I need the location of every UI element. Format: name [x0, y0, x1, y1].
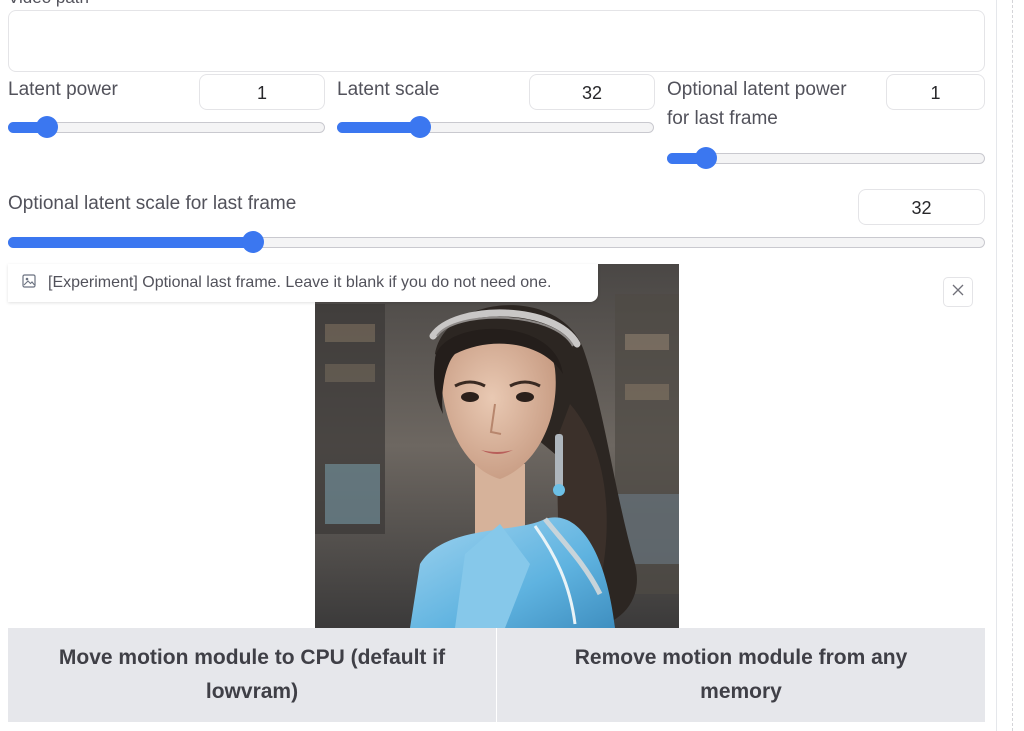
opt-latent-power-label-line2: for last frame — [667, 108, 778, 129]
page: Video path Latent power 1 Latent scale 3… — [0, 0, 1024, 731]
latent-scale-slider[interactable] — [337, 116, 654, 138]
last-frame-label: [Experiment] Optional last frame. Leave … — [48, 274, 552, 291]
video-path-input[interactable] — [8, 10, 985, 72]
opt-latent-power-slider[interactable] — [667, 147, 985, 169]
opt-latent-power-input[interactable]: 1 — [886, 74, 985, 110]
clear-image-button[interactable] — [943, 277, 973, 307]
latent-power-label: Latent power — [8, 79, 118, 100]
last-frame-label-tag: [Experiment] Optional last frame. Leave … — [8, 264, 598, 302]
move-button-line1: Move motion module to CPU (default if — [58, 646, 446, 669]
opt-latent-scale-label: Optional latent scale for last frame — [8, 193, 297, 214]
last-frame-image — [315, 264, 679, 628]
video-path-label: Video path — [8, 0, 89, 8]
latent-scale-input[interactable]: 32 — [529, 74, 655, 110]
latent-power-slider[interactable] — [8, 116, 325, 138]
remove-button-line2: memory — [700, 680, 782, 703]
latent-scale-label: Latent scale — [337, 79, 440, 100]
image-icon — [22, 273, 36, 293]
slider-fill — [337, 122, 419, 133]
opt-latent-scale-slider[interactable] — [8, 231, 985, 253]
remove-motion-module-button[interactable]: Remove motion module from any memory — [497, 628, 985, 722]
slider-thumb[interactable] — [35, 116, 58, 138]
close-icon — [952, 283, 964, 301]
slider-thumb[interactable] — [241, 231, 264, 253]
column-divider — [1012, 0, 1013, 731]
portrait-illustration — [315, 264, 679, 628]
slider-fill — [8, 237, 252, 248]
remove-button-line1: Remove motion module from any — [574, 646, 908, 669]
slider-thumb[interactable] — [408, 116, 431, 138]
opt-latent-power-label-line1: Optional latent power — [667, 79, 847, 100]
move-button-line2: lowvram) — [205, 680, 299, 703]
slider-thumb[interactable] — [694, 147, 717, 169]
move-motion-module-to-cpu-button[interactable]: Move motion module to CPU (default if lo… — [8, 628, 496, 722]
latent-power-input[interactable]: 1 — [199, 74, 325, 110]
panel-border — [996, 0, 997, 731]
opt-latent-scale-input[interactable]: 32 — [858, 189, 985, 225]
